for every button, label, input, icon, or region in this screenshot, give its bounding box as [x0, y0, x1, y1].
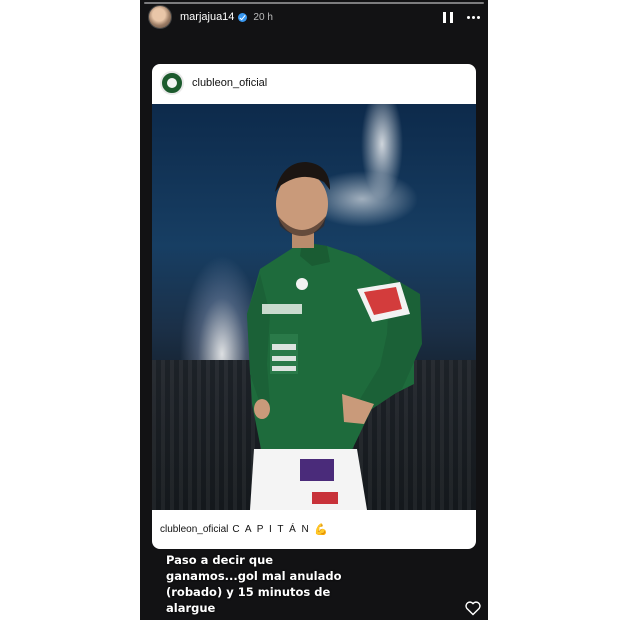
story-text-overlay: Paso a decir que ganamos...gol mal anula… [166, 553, 342, 615]
story-viewer[interactable]: marjajua14 20 h clubleon_oficial clubleo… [140, 0, 488, 620]
shared-post-account[interactable]: clubleon_oficial [192, 77, 267, 89]
shared-post-caption: clubleon_oficial C A P I T Á N 💪 [152, 510, 476, 549]
story-timestamp: 20 h [253, 11, 273, 23]
shared-post-card[interactable]: clubleon_oficial clubleon_oficial C A P … [152, 64, 476, 549]
shared-post-header: clubleon_oficial [152, 64, 476, 102]
heart-icon[interactable] [464, 600, 482, 616]
verified-badge-icon [238, 12, 248, 22]
muscle-icon: 💪 [314, 524, 328, 536]
story-username[interactable]: marjajua14 [180, 11, 234, 23]
caption-username[interactable]: clubleon_oficial [160, 524, 228, 535]
club-logo-avatar[interactable] [160, 71, 184, 95]
story-header: marjajua14 20 h [140, 4, 488, 30]
player-figure [247, 162, 422, 510]
pause-icon[interactable] [443, 11, 453, 23]
user-avatar[interactable] [148, 5, 172, 29]
more-options-icon[interactable] [467, 15, 480, 19]
caption-text: C A P I T Á N [232, 524, 311, 535]
post-photo [152, 104, 476, 510]
